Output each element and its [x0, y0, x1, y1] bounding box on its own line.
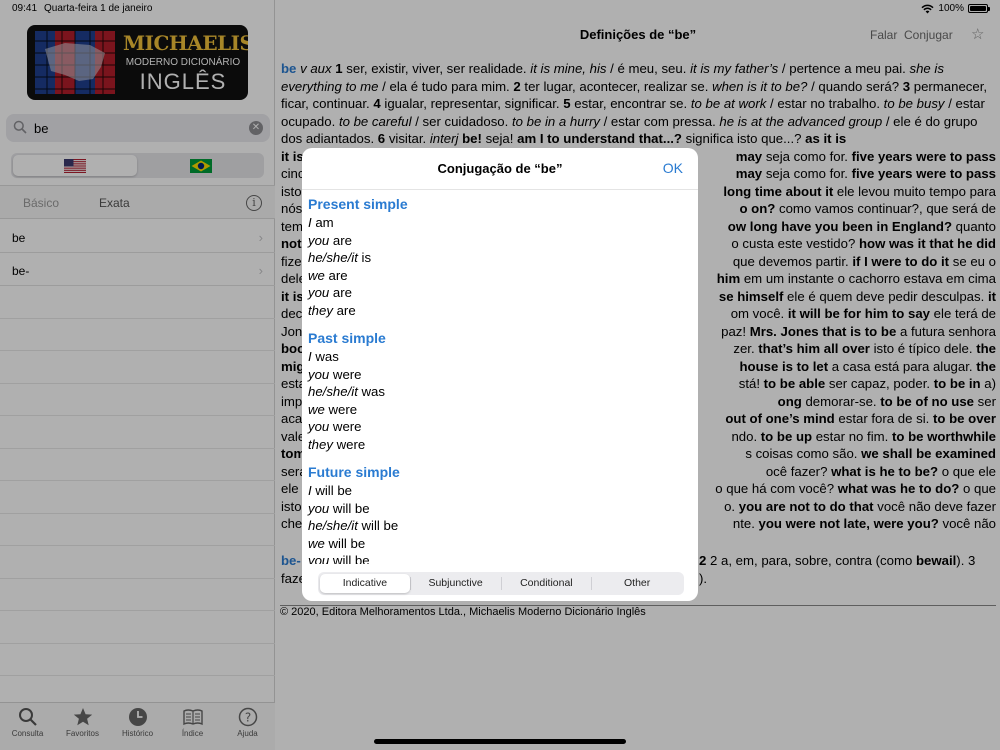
conjugation-row: you will be [308, 500, 370, 516]
conjugation-row: we will be [308, 535, 366, 551]
ok-button[interactable]: OK [663, 160, 683, 176]
dialog-header: Conjugação de “be” OK [302, 148, 698, 190]
segment-conditional[interactable]: Conditional [502, 574, 592, 593]
mood-segmented-control: Indicative Subjunctive Conditional Other [318, 572, 684, 595]
conjugation-row: you are [308, 232, 352, 248]
conjugation-row: I was [308, 349, 339, 364]
segment-subjunctive[interactable]: Subjunctive [411, 574, 501, 593]
conjugation-row: we were [308, 401, 358, 417]
tense-section: Past simple I was you were he/she/it was we … [308, 329, 692, 453]
home-indicator [374, 739, 626, 744]
conjugation-dialog: Conjugação de “be” OK Present simple I am… [302, 148, 698, 601]
conjugation-row: I am [308, 215, 334, 230]
conjugation-list[interactable]: Present simple I am you are he/she/it is we … [302, 191, 698, 564]
conjugation-row: he/she/it will be [308, 518, 399, 533]
conjugation-row: they are [308, 302, 356, 318]
conjugation-row: I will be [308, 483, 352, 498]
tense-section: Future simple I will be you will be he/she/… [308, 463, 692, 564]
tense-heading: Present simple [308, 196, 408, 212]
conjugation-row: you were [308, 366, 362, 382]
tense-heading: Future simple [308, 464, 400, 480]
tense-heading: Past simple [308, 330, 386, 346]
conjugation-row: he/she/it was [308, 384, 385, 399]
conjugation-row: you were [308, 419, 362, 434]
conjugation-row: you will be [308, 553, 370, 564]
conjugation-row: he/she/it is [308, 250, 372, 265]
tense-section: Present simple I am you are he/she/it is we … [308, 195, 692, 319]
conjugation-row: we are [308, 267, 348, 283]
app-root: 09:41 Quarta-feira 1 de janeiro 100% MIC… [0, 0, 1000, 750]
segment-indicative[interactable]: Indicative [320, 574, 410, 593]
conjugation-row: you are [308, 285, 352, 300]
dialog-title: Conjugação de “be” [437, 161, 563, 176]
segment-other[interactable]: Other [592, 574, 682, 593]
conjugation-row: they were [308, 436, 366, 452]
